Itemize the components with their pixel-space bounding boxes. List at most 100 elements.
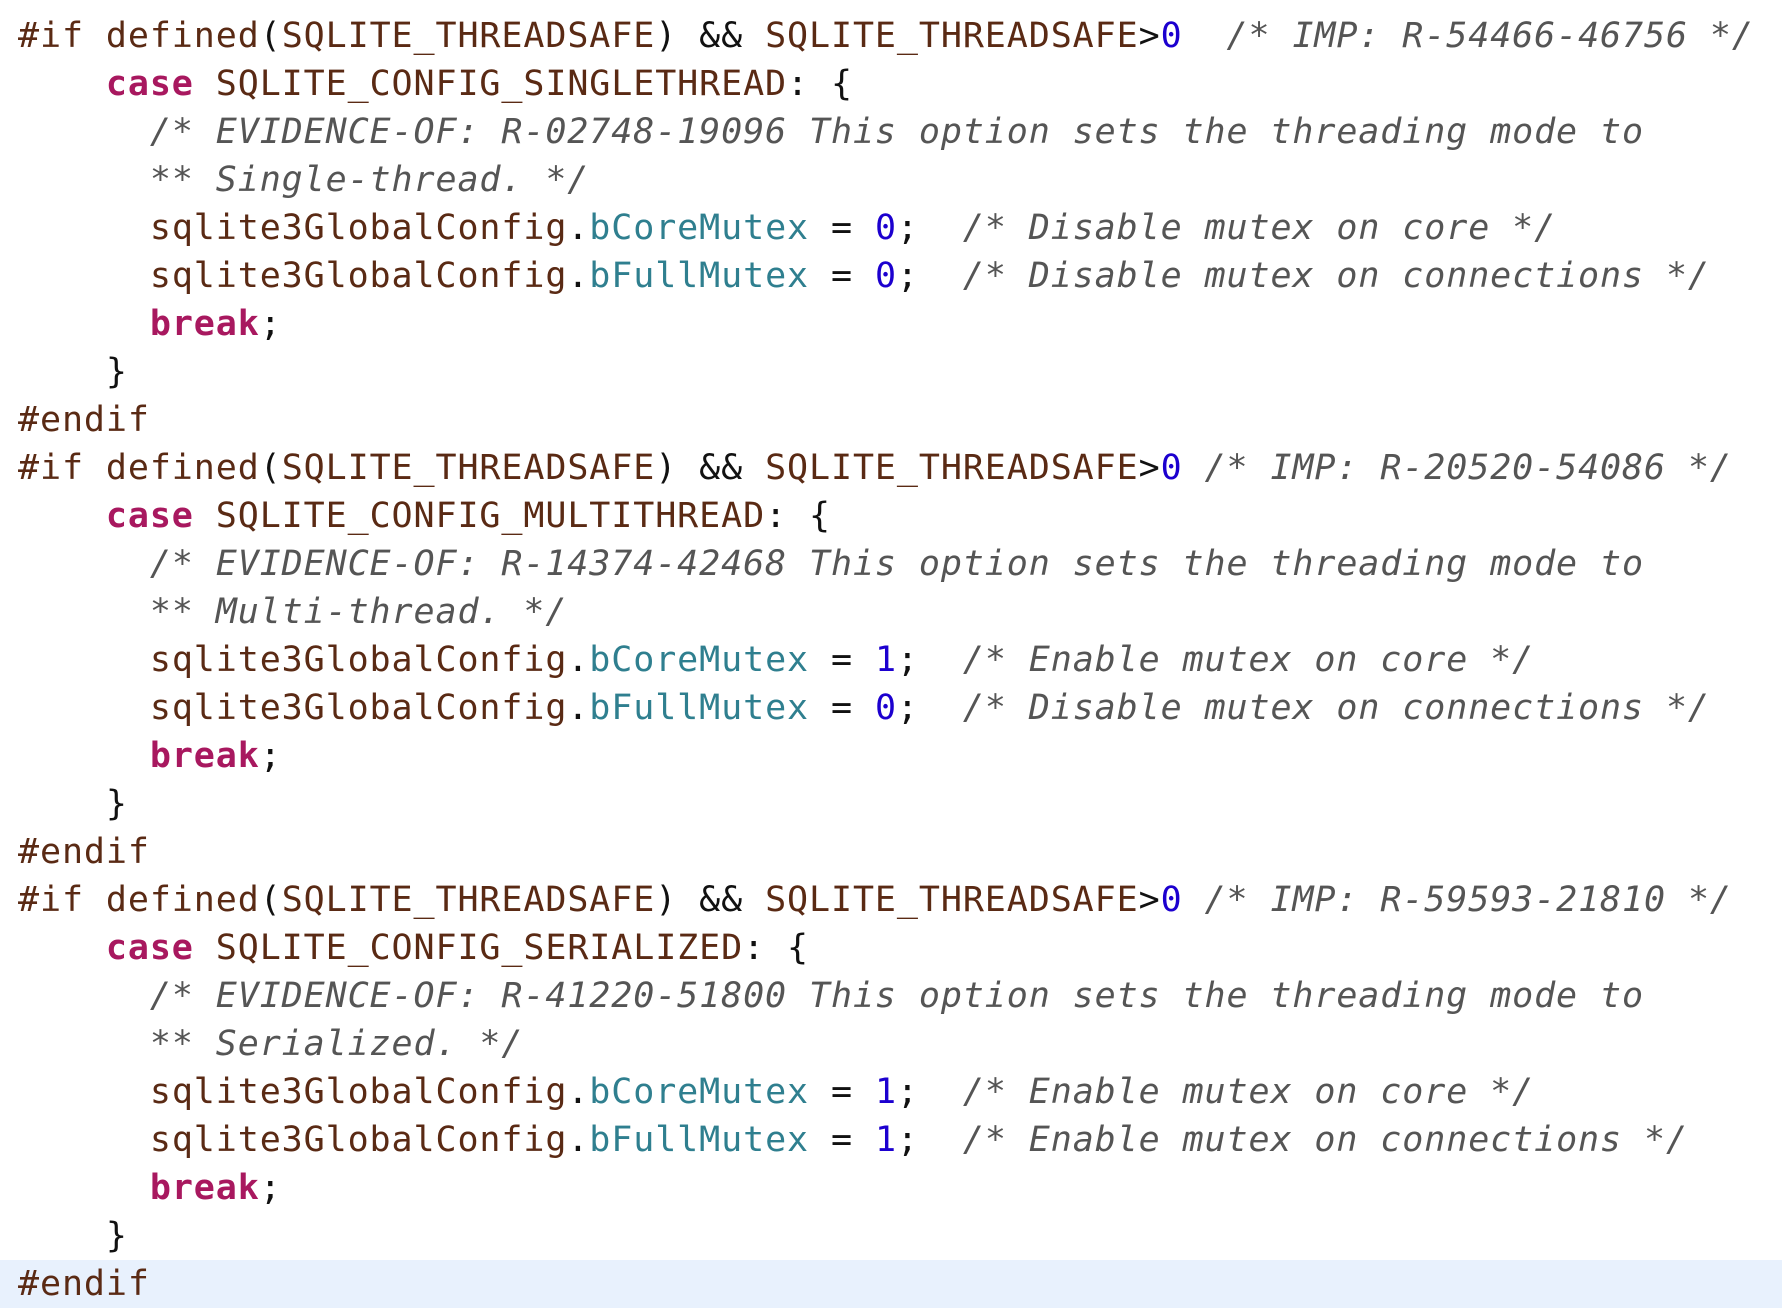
comment: /* Disable mutex on connections */ [962,688,1710,728]
identifier: sqlite3GlobalConfig [149,256,568,296]
code-line[interactable]: #if defined(SQLITE_THREADSAFE) && SQLITE… [0,876,1782,924]
code-editor[interactable]: #if defined(SQLITE_THREADSAFE) && SQLITE… [0,0,1782,1314]
keyword: break [149,736,260,776]
code-line[interactable]: #if defined(SQLITE_THREADSAFE) && SQLITE… [0,12,1782,60]
code-line[interactable]: #endif [0,396,1782,444]
identifier: sqlite3GlobalConfig [149,688,568,728]
number-literal: 0 [1160,880,1183,920]
code-text: ; [259,304,282,344]
code-line[interactable]: case SQLITE_CONFIG_SERIALIZED: { [0,924,1782,972]
code-text: } [18,784,128,824]
identifier: SQLITE_CONFIG_SINGLETHREAD [215,64,788,104]
macro-name: defined [105,880,260,920]
macro-name: SQLITE_THREADSAFE [765,880,1139,920]
code-line[interactable]: } [0,780,1782,828]
code-line[interactable]: break; [0,732,1782,780]
preprocessor-directive: #if [18,880,106,920]
code-line[interactable]: /* EVIDENCE-OF: R-02748-19096 This optio… [0,108,1782,156]
code-text: . [567,640,590,680]
keyword: break [149,1168,260,1208]
comment: /* EVIDENCE-OF: R-02748-19096 This optio… [149,112,1644,152]
code-line[interactable]: sqlite3GlobalConfig.bFullMutex = 0; /* D… [0,252,1782,300]
code-line[interactable]: #if defined(SQLITE_THREADSAFE) && SQLITE… [0,444,1782,492]
identifier: SQLITE_CONFIG_SERIALIZED [215,928,744,968]
code-text: : { [743,928,810,968]
code-text: . [567,1120,590,1160]
comment: /* EVIDENCE-OF: R-41220-51800 This optio… [149,976,1644,1016]
number-literal: 0 [874,688,897,728]
code-line[interactable]: sqlite3GlobalConfig.bCoreMutex = 1; /* E… [0,1068,1782,1116]
code-line[interactable]: sqlite3GlobalConfig.bCoreMutex = 1; /* E… [0,636,1782,684]
code-line[interactable]: sqlite3GlobalConfig.bCoreMutex = 0; /* D… [0,204,1782,252]
number-literal: 1 [874,1072,897,1112]
code-text: = [809,640,875,680]
macro-name: SQLITE_THREADSAFE [281,448,656,488]
member-name: bFullMutex [589,1120,810,1160]
code-text: ( [259,880,282,920]
code-line[interactable]: } [0,1212,1782,1260]
code-line[interactable]: break; [0,1164,1782,1212]
code-text: . [567,688,590,728]
code-text: > [1138,448,1161,488]
code-line[interactable]: sqlite3GlobalConfig.bFullMutex = 0; /* D… [0,684,1782,732]
macro-name: SQLITE_THREADSAFE [765,16,1139,56]
code-line[interactable]: #endif [0,828,1782,876]
preprocessor-directive: #endif [18,832,150,872]
code-line[interactable]: break; [0,300,1782,348]
code-text: . [567,1072,590,1112]
code-text: ) && [655,880,766,920]
member-name: bCoreMutex [589,1072,810,1112]
code-text: } [18,1216,128,1256]
code-text: ; [896,1120,963,1160]
code-text: = [809,688,875,728]
keyword: case [105,64,194,104]
macro-name: SQLITE_THREADSAFE [281,16,656,56]
comment: /* IMP: R-54466-46756 */ [1226,16,1754,56]
macro-name: defined [105,16,260,56]
code-line[interactable]: case SQLITE_CONFIG_SINGLETHREAD: { [0,60,1782,108]
code-text: = [809,1072,875,1112]
code-text: . [567,208,590,248]
code-line[interactable]: ** Serialized. */ [0,1020,1782,1068]
code-text: ; [896,256,963,296]
member-name: bCoreMutex [589,640,810,680]
current-code-line[interactable]: #endif [0,1260,1782,1308]
preprocessor-directive: #if [18,448,106,488]
comment: /* Enable mutex on core */ [962,1072,1535,1112]
code-text: ) && [655,16,766,56]
code-text: . [567,256,590,296]
comment: /* Enable mutex on core */ [962,640,1535,680]
code-line[interactable]: ** Multi-thread. */ [0,588,1782,636]
code-line[interactable]: } [0,348,1782,396]
code-line[interactable]: /* EVIDENCE-OF: R-41220-51800 This optio… [0,972,1782,1020]
number-literal: 0 [874,256,897,296]
comment: /* Enable mutex on connections */ [962,1120,1688,1160]
code-line[interactable]: ** Single-thread. */ [0,156,1782,204]
code-line[interactable]: /* EVIDENCE-OF: R-14374-42468 This optio… [0,540,1782,588]
comment: /* Disable mutex on core */ [962,208,1557,248]
member-name: bFullMutex [589,688,810,728]
code-line[interactable]: sqlite3GlobalConfig.bFullMutex = 1; /* E… [0,1116,1782,1164]
keyword: case [105,928,194,968]
number-literal: 1 [874,640,897,680]
code-text: = [809,208,875,248]
code-text: ; [259,736,282,776]
comment: /* IMP: R-20520-54086 */ [1204,448,1732,488]
identifier: SQLITE_CONFIG_MULTITHREAD [215,496,766,536]
code-text: = [809,256,875,296]
code-line[interactable]: case SQLITE_CONFIG_MULTITHREAD: { [0,492,1782,540]
